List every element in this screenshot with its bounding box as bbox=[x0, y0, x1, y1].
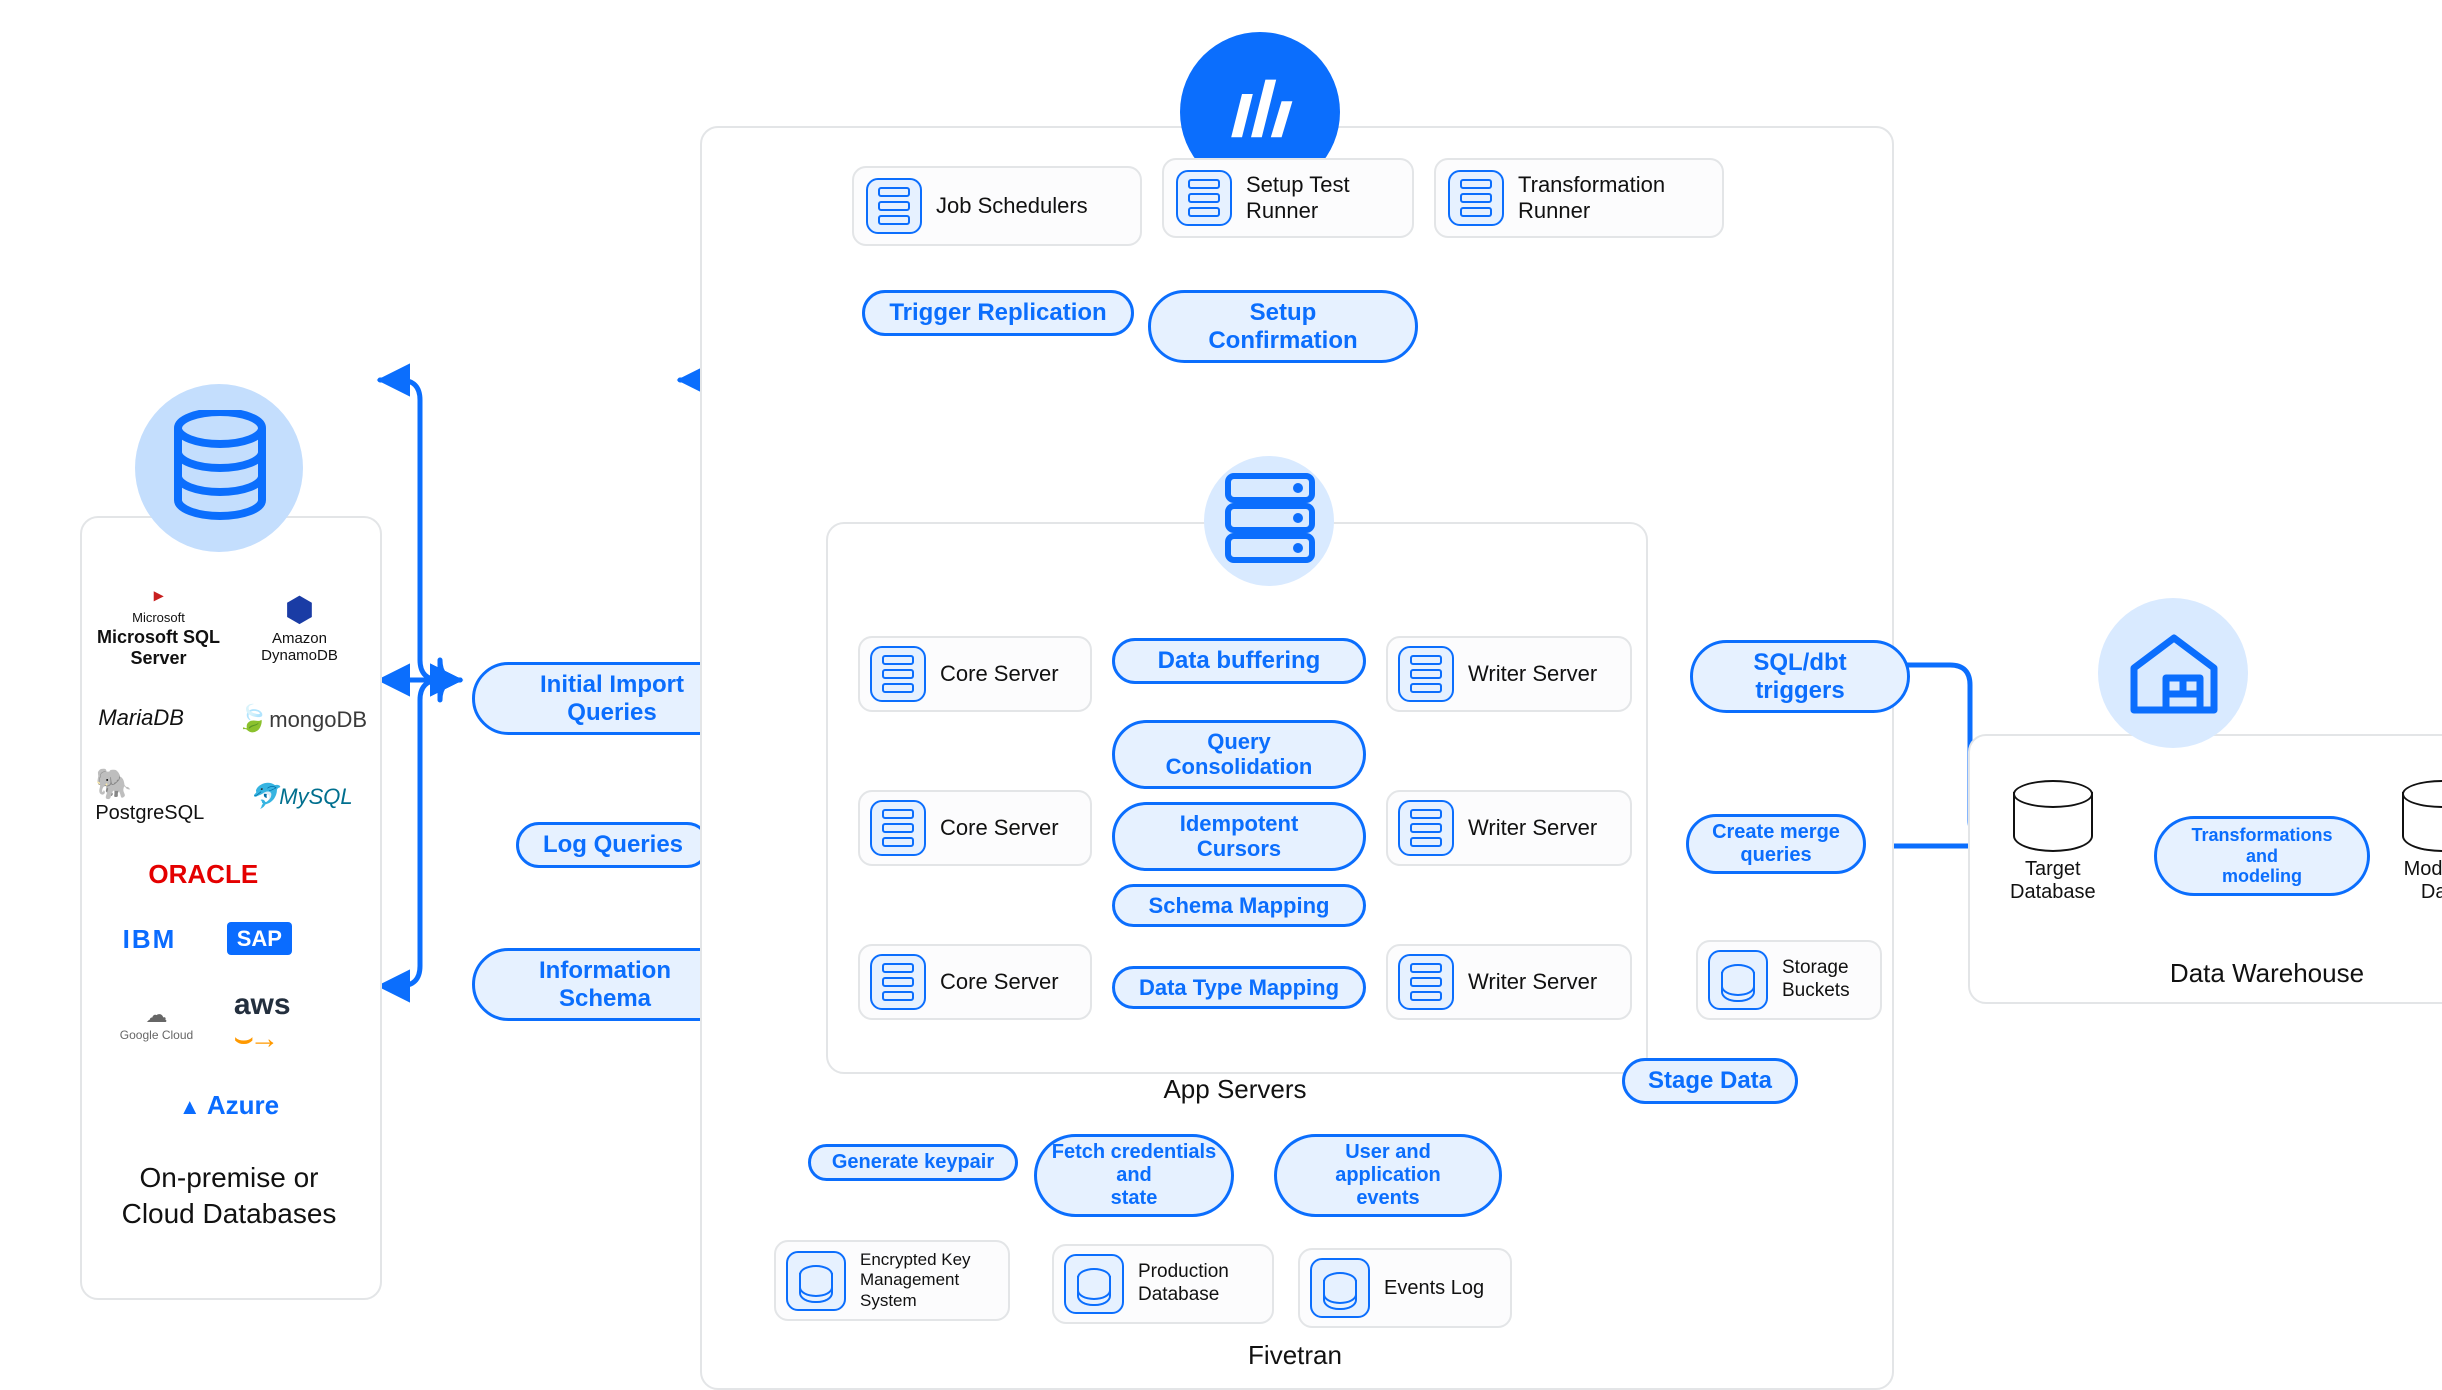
server-icon bbox=[870, 800, 926, 856]
warehouse-panel-label: Data Warehouse bbox=[1968, 958, 2442, 989]
node-events-log: Events Log bbox=[1298, 1248, 1512, 1328]
node-label: Storage Buckets bbox=[1782, 957, 1850, 1003]
server-icon bbox=[870, 646, 926, 702]
node-core-server-2: Core Server bbox=[858, 790, 1092, 866]
logo-postgresql: PostgreSQL bbox=[95, 802, 204, 824]
node-job-schedulers: Job Schedulers bbox=[852, 166, 1142, 246]
server-icon bbox=[1176, 170, 1232, 226]
pill-log-queries: Log Queries bbox=[516, 822, 710, 868]
logo-sap: SAP bbox=[227, 922, 292, 955]
pill-data-buffering: Data buffering bbox=[1112, 638, 1366, 684]
sources-panel-title: On-premise or Cloud Databases bbox=[80, 1160, 378, 1233]
node-label: Encrypted Key Management System bbox=[860, 1250, 971, 1311]
pill-sql-dbt-triggers: SQL/dbt triggers bbox=[1690, 640, 1910, 713]
server-icon bbox=[870, 954, 926, 1010]
logo-ibm: IBM bbox=[123, 924, 177, 954]
pill-query-consolidation: Query Consolidation bbox=[1112, 720, 1366, 789]
node-setup-test-runner: Setup Test Runner bbox=[1162, 158, 1414, 238]
server-icon bbox=[1448, 170, 1504, 226]
node-transformation-runner: Transformation Runner bbox=[1434, 158, 1724, 238]
node-label: Core Server bbox=[940, 661, 1059, 687]
server-icon bbox=[1398, 646, 1454, 702]
pill-information-schema: Information Schema bbox=[472, 948, 738, 1021]
node-writer-server-3: Writer Server bbox=[1386, 944, 1632, 1020]
logo-dynamodb: Amazon DynamoDB bbox=[261, 630, 338, 664]
pill-generate-keypair: Generate keypair bbox=[808, 1144, 1018, 1181]
fivetran-panel-label: Fivetran bbox=[700, 1340, 1890, 1371]
cyl-modeled-data: Modeled Data bbox=[2402, 780, 2442, 904]
node-production-database: Production Database bbox=[1052, 1244, 1274, 1324]
node-label: Events Log bbox=[1384, 1276, 1484, 1300]
database-icon bbox=[1310, 1258, 1370, 1318]
node-label: Writer Server bbox=[1468, 661, 1597, 687]
cyl-target-database: Target Database bbox=[2010, 780, 2096, 904]
node-writer-server-1: Writer Server bbox=[1386, 636, 1632, 712]
pill-create-merge-queries: Create merge queries bbox=[1686, 814, 1866, 874]
server-icon bbox=[866, 178, 922, 234]
node-label: Writer Server bbox=[1468, 969, 1597, 995]
logo-mongodb: mongoDB bbox=[269, 707, 367, 732]
pill-transformations-modeling: Transformations and modeling bbox=[2154, 816, 2370, 896]
logo-gcp: Google Cloud bbox=[120, 1028, 193, 1042]
logo-mysql: MySQL bbox=[279, 784, 352, 809]
pill-setup-confirmation: Setup Confirmation bbox=[1148, 290, 1418, 363]
pill-stage-data: Stage Data bbox=[1622, 1058, 1798, 1104]
node-label: Writer Server bbox=[1468, 815, 1597, 841]
node-ekms: Encrypted Key Management System bbox=[774, 1240, 1010, 1321]
database-icon bbox=[170, 410, 270, 520]
bucket-icon bbox=[1708, 950, 1768, 1010]
database-icon bbox=[786, 1251, 846, 1311]
server-icon bbox=[1398, 954, 1454, 1010]
logo-sqlserver: Microsoft SQL Server bbox=[97, 627, 220, 668]
node-storage-buckets: Storage Buckets bbox=[1696, 940, 1882, 1020]
pill-data-type-mapping: Data Type Mapping bbox=[1112, 966, 1366, 1009]
logo-oracle: ORACLE bbox=[148, 859, 258, 889]
database-icon bbox=[1064, 1254, 1124, 1314]
node-label: Setup Test Runner bbox=[1246, 172, 1350, 225]
server-icon bbox=[1398, 800, 1454, 856]
pill-fetch-credentials: Fetch credentials and state bbox=[1034, 1134, 1234, 1217]
app-servers-label: App Servers bbox=[826, 1074, 1644, 1105]
node-label: Core Server bbox=[940, 969, 1059, 995]
logo-mariadb: MariaDB bbox=[98, 705, 184, 730]
node-label: Job Schedulers bbox=[936, 193, 1088, 219]
pill-trigger-replication: Trigger Replication bbox=[862, 290, 1134, 336]
warehouse-icon bbox=[2126, 628, 2222, 718]
logo-aws: aws bbox=[234, 988, 291, 1021]
node-core-server-1: Core Server bbox=[858, 636, 1092, 712]
server-stack-icon bbox=[1222, 470, 1318, 566]
node-label: Core Server bbox=[940, 815, 1059, 841]
node-label: Transformation Runner bbox=[1518, 172, 1665, 225]
node-core-server-3: Core Server bbox=[858, 944, 1092, 1020]
pill-user-events: User and application events bbox=[1274, 1134, 1502, 1217]
node-label: Production Database bbox=[1138, 1261, 1229, 1307]
pill-schema-mapping: Schema Mapping bbox=[1112, 884, 1366, 927]
logo-azure: Azure bbox=[207, 1090, 279, 1120]
db-logos-grid: ▸MicrosoftMicrosoft SQL Server ⬢Amazon D… bbox=[88, 568, 370, 1138]
pill-idempotent-cursors: Idempotent Cursors bbox=[1112, 802, 1366, 871]
node-writer-server-2: Writer Server bbox=[1386, 790, 1632, 866]
